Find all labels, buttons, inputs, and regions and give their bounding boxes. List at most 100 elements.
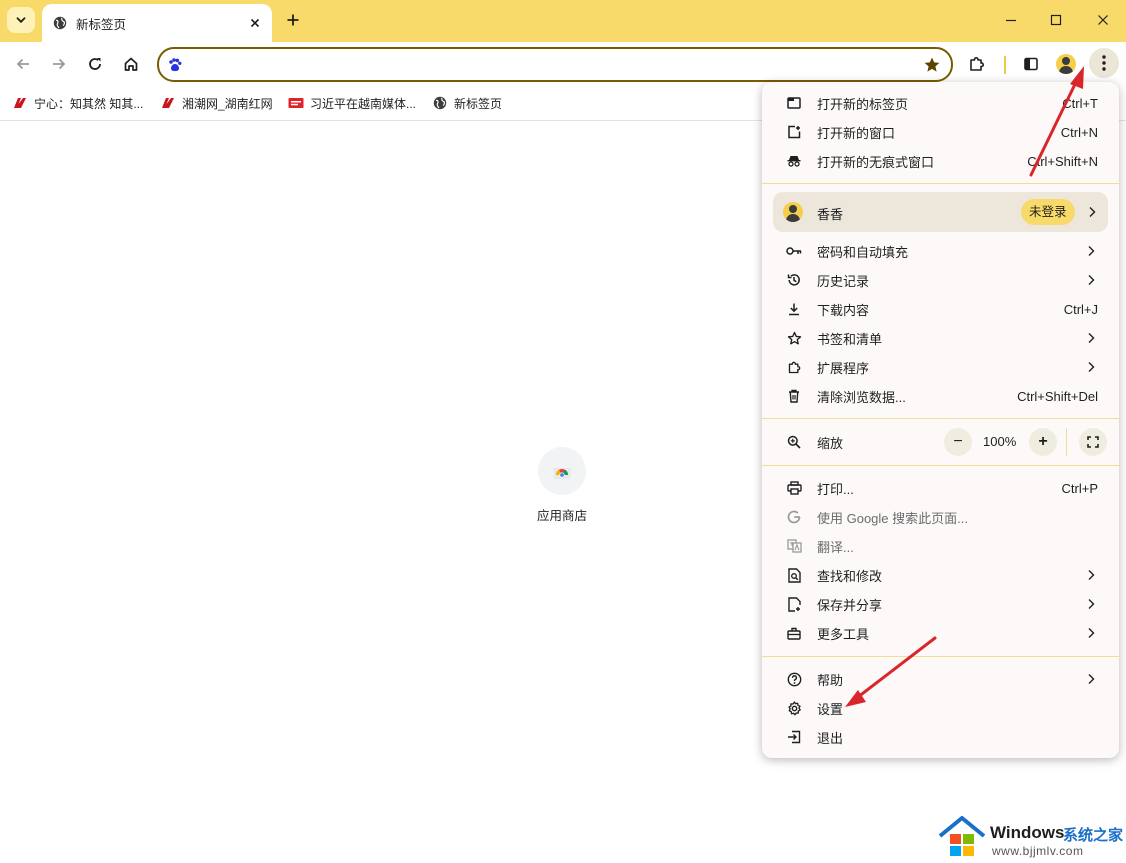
bookmark-label: 湘潮网_湖南红网 <box>182 96 273 111</box>
menu-item-history[interactable]: 历史记录 <box>762 266 1119 295</box>
menu-item-passwords[interactable]: 密码和自动填充 <box>762 237 1119 266</box>
menu-divider <box>762 418 1119 419</box>
tab-title: 新标签页 <box>76 17 127 32</box>
bookmark-item[interactable]: 新标签页 <box>432 94 502 112</box>
signin-status-badge: 未登录 <box>1021 199 1075 225</box>
menu-item-label: 设置 <box>817 702 844 717</box>
menu-item-bookmarks[interactable]: 书签和清单 <box>762 324 1119 353</box>
menu-item-shortcut: Ctrl+N <box>1060 125 1098 140</box>
minimize-icon <box>1006 19 1016 22</box>
incognito-icon <box>786 153 802 169</box>
bookmark-item[interactable]: 宁心：知其然 知其... <box>12 94 143 112</box>
new-tab-button[interactable] <box>282 9 304 31</box>
more-vert-icon <box>1102 55 1106 71</box>
chevron-right-icon <box>1085 332 1097 344</box>
menu-item-label: 密码和自动填充 <box>817 245 909 260</box>
address-bar[interactable] <box>157 47 953 82</box>
bookmark-site-icon <box>12 96 28 110</box>
tab-new-tab[interactable]: 新标签页 <box>42 4 272 42</box>
address-input[interactable] <box>193 53 897 77</box>
menu-item-translate[interactable]: 翻译... <box>762 532 1119 561</box>
menu-item-print[interactable]: 打印... Ctrl+P <box>762 474 1119 503</box>
menu-item-label: 保存并分享 <box>817 598 883 613</box>
bookmark-label: 新标签页 <box>454 96 503 111</box>
menu-item-shortcut: Ctrl+Shift+N <box>1027 154 1098 169</box>
zoom-divider <box>1066 428 1067 456</box>
tab-search-button[interactable] <box>7 7 35 33</box>
extensions-button[interactable] <box>964 51 990 77</box>
zoom-level: 100% <box>983 434 1017 449</box>
menu-divider <box>762 183 1119 184</box>
menu-item-label: 帮助 <box>817 673 844 688</box>
chrome-menu-button[interactable] <box>1089 48 1119 78</box>
globe-icon <box>432 96 448 110</box>
new-tab-icon <box>786 95 802 111</box>
maximize-icon <box>1050 14 1062 26</box>
bookmark-star-button[interactable] <box>922 55 942 75</box>
menu-item-clear-browsing-data[interactable]: 清除浏览数据... Ctrl+Shift+Del <box>762 382 1119 411</box>
shortcut-web-store[interactable]: 应用商店 <box>530 447 594 524</box>
menu-item-new-window[interactable]: 打开新的窗口 Ctrl+N <box>762 118 1119 147</box>
exit-icon <box>786 729 802 745</box>
print-icon <box>786 480 802 496</box>
star-outline-icon <box>786 330 802 346</box>
puzzle-icon <box>786 359 802 375</box>
menu-item-find-edit[interactable]: 查找和修改 <box>762 561 1119 590</box>
chevron-right-icon <box>1085 274 1097 286</box>
tab-close-button[interactable] <box>246 14 264 32</box>
menu-item-save-share[interactable]: 保存并分享 <box>762 590 1119 619</box>
avatar <box>783 202 803 222</box>
plus-icon <box>287 14 299 26</box>
menu-item-incognito[interactable]: 打开新的无痕式窗口 Ctrl+Shift+N <box>762 147 1119 176</box>
key-icon <box>786 243 802 259</box>
menu-item-label: 打印... <box>817 482 854 497</box>
arrow-left-icon <box>16 58 29 70</box>
bookmark-item[interactable]: 湘潮网_湖南红网 <box>160 94 273 112</box>
profile-button[interactable] <box>1053 51 1079 77</box>
menu-item-downloads[interactable]: 下载内容 Ctrl+J <box>762 295 1119 324</box>
avatar <box>1056 54 1076 74</box>
back-button[interactable] <box>10 51 36 77</box>
menu-item-more-tools[interactable]: 更多工具 <box>762 619 1119 648</box>
menu-item-google-search-page[interactable]: 使用 Google 搜索此页面... <box>762 503 1119 532</box>
menu-item-label: 缩放 <box>817 436 844 451</box>
fullscreen-icon <box>1087 436 1099 448</box>
menu-item-exit[interactable]: 退出 <box>762 723 1119 752</box>
translate-icon <box>786 538 802 554</box>
watermark-url: www.bjjmlv.com <box>992 844 1084 858</box>
menu-item-shortcut: Ctrl+P <box>1061 481 1098 496</box>
menu-item-extensions[interactable]: 扩展程序 <box>762 353 1119 382</box>
menu-item-help[interactable]: 帮助 <box>762 665 1119 694</box>
zoom-in-button[interactable]: + <box>1029 428 1057 456</box>
forward-button[interactable] <box>46 51 72 77</box>
menu-item-new-tab[interactable]: 打开新的标签页 Ctrl+T <box>762 89 1119 118</box>
menu-item-label: 打开新的无痕式窗口 <box>817 155 935 170</box>
profile-name: 香香 <box>817 207 844 222</box>
menu-item-label: 退出 <box>817 731 844 746</box>
title-bar: 新标签页 <box>0 0 1126 42</box>
fullscreen-button[interactable] <box>1079 428 1107 456</box>
toolbar-divider <box>1004 56 1006 74</box>
close-icon <box>250 18 260 28</box>
save-share-icon <box>786 596 802 612</box>
chevron-right-icon <box>1085 245 1097 257</box>
menu-profile-row[interactable]: 香香 未登录 <box>773 192 1108 232</box>
menu-item-label: 使用 Google 搜索此页面... <box>817 511 968 526</box>
chevron-right-icon <box>1085 673 1097 685</box>
reload-button[interactable] <box>82 51 108 77</box>
maximize-button[interactable] <box>1043 8 1069 32</box>
menu-item-settings[interactable]: 设置 <box>762 694 1119 723</box>
menu-item-label: 清除浏览数据... <box>817 390 906 405</box>
baidu-paw-icon <box>166 56 184 74</box>
close-window-button[interactable] <box>1090 8 1116 32</box>
trash-icon <box>786 388 802 404</box>
close-icon <box>1098 15 1108 25</box>
home-button[interactable] <box>118 51 144 77</box>
menu-item-label: 扩展程序 <box>817 361 870 376</box>
bookmark-item[interactable]: 习近平在越南媒体... <box>288 94 416 112</box>
minimize-button[interactable] <box>998 8 1024 32</box>
history-icon <box>786 272 802 288</box>
side-panel-button[interactable] <box>1018 51 1044 77</box>
toolbar <box>0 42 1126 86</box>
zoom-out-button[interactable]: − <box>944 428 972 456</box>
